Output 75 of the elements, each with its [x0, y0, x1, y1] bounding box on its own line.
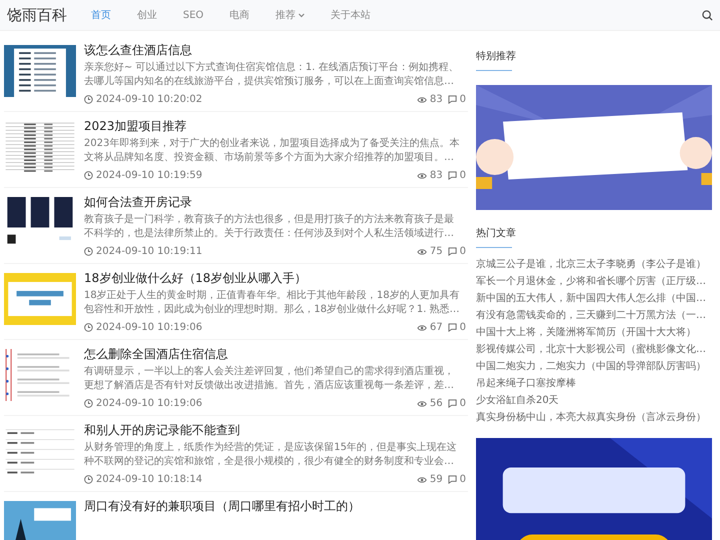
hot-article-link[interactable]: 有没有急需钱卖命的，三天赚到二十万黑方法（一… [476, 307, 716, 324]
section-heading: 热门文章 [476, 216, 516, 248]
comment-count: 0 [460, 321, 466, 334]
article-summary: 教育孩子是一门科学，教育孩子的方法也很多，但是用打孩子的方法来教育孩子是最 [84, 213, 455, 227]
nav-link[interactable]: 首页 [91, 8, 111, 22]
hot-article-link[interactable]: 京城三公子是谁，北京三太子李晓勇（李公子是谁） [476, 256, 716, 273]
hot-article-link[interactable]: 中国十大上将，关隆洲将军简历（开国十大大将） [476, 324, 716, 341]
comment-count: 0 [460, 397, 466, 410]
nav-link[interactable]: 创业 [137, 8, 157, 22]
eye-icon [416, 172, 427, 180]
view-count: 83 [430, 93, 443, 106]
comment-count: 0 [460, 93, 466, 106]
article-summary: 有调研显示，一半以上的客人会关注差评回复，他们希望自己的需求得到酒店重视， [84, 365, 455, 379]
eye-icon [416, 400, 427, 408]
article-summary: 文将从品牌知名度、投资金额、市场前景等多个方面为大家介绍推荐的加盟项目。… [84, 151, 455, 165]
clock-icon [84, 95, 93, 104]
article-title[interactable]: 该怎么查住酒店信息 [84, 42, 468, 58]
nav-link[interactable]: SEO [183, 8, 204, 22]
comment-icon [448, 399, 457, 408]
article-title[interactable]: 如何合法查开房记录 [84, 194, 468, 210]
article-summary: 更想了解酒店是否有针对反馈做出改进措施。首先，酒店应该重视每一条差评，差… [84, 379, 455, 393]
nav-link[interactable]: 推荐 [276, 8, 305, 22]
article-summary: 从财务管理的角度上，纸质作为经营的凭证，是应该保留15年的，但是事实上现在这 [84, 441, 458, 455]
view-count: 56 [430, 397, 443, 410]
view-count: 83 [430, 169, 443, 182]
post-time: 2024-09-10 10:19:06 [96, 397, 202, 410]
section-heading: 特别推荐 [476, 39, 516, 71]
article-summary: 不科学的，也是法律所禁止的。关于行政责任：任何涉及到对个人私生活领域进行… [84, 227, 455, 241]
hot-article-link[interactable]: 吊起来绳子口塞按摩棒 [476, 375, 716, 392]
comment-icon [448, 247, 457, 256]
search-icon[interactable] [702, 10, 713, 20]
eye-icon [416, 324, 427, 332]
article-summary: 种不联网的登记的宾馆和旅馆，全是很小规模的，很少有健全的财务制度和专业会… [84, 455, 455, 469]
hot-article-link[interactable]: 新中国的五大伟人，新中国四大伟人怎么排（中国… [476, 290, 716, 307]
clock-icon [84, 475, 93, 484]
clock-icon [84, 323, 93, 332]
comment-icon [448, 171, 457, 180]
site-logo[interactable]: 饶雨百科 [7, 6, 67, 24]
article-summary: 去哪儿等国内知名的在线旅游平台，提供宾馆预订服务，可以在上面查询宾馆信息… [84, 75, 455, 89]
article-summary: 18岁正处于人生的黄金时期，正值青春年华。相比于其他年龄段，18岁的人更加具有 [84, 289, 460, 303]
article-title[interactable]: 18岁创业做什么好（18岁创业从哪入手） [84, 270, 468, 286]
comment-icon [448, 323, 457, 332]
article-summary: 包容性和开放性，因此成为创业的理想时期。那么，18岁创业做什么好呢？1. 熟悉… [84, 303, 460, 317]
post-time: 2024-09-10 10:19:59 [96, 169, 202, 182]
hot-article-link[interactable]: 军长一个月退休金，少将和省长哪个厉害（正厅级… [476, 273, 716, 290]
nav-link[interactable]: 电商 [230, 8, 250, 22]
view-count: 59 [430, 473, 443, 486]
comment-count: 0 [460, 169, 466, 182]
comment-icon [448, 95, 457, 104]
hot-article-link[interactable]: 真实身份杨中山，本亮大叔真实身份（言冰云身份） [476, 409, 716, 426]
post-time: 2024-09-10 10:19:06 [96, 321, 202, 334]
article-title[interactable]: 周口有没有好的兼职项目（周口哪里有招小时工的） [84, 498, 468, 514]
article-title[interactable]: 怎么删除全国酒店住宿信息 [84, 346, 468, 362]
article-title[interactable]: 2023加盟项目推荐 [84, 118, 468, 134]
view-count: 67 [430, 321, 443, 334]
comment-count: 0 [460, 245, 466, 258]
post-time: 2024-09-10 10:19:11 [96, 245, 202, 258]
eye-icon [416, 96, 427, 104]
hot-article-link[interactable]: 中国二炮实力，二炮实力（中国的导弹部队厉害吗） [476, 358, 716, 375]
eye-icon [416, 476, 427, 484]
article-title[interactable]: 和别人开的房记录能不能查到 [84, 422, 468, 438]
post-time: 2024-09-10 10:20:02 [96, 93, 202, 106]
article-summary: 亲亲您好~ 可以通过以下方式查询住宿宾馆信息：1. 在线酒店预订平台：例如携程、 [84, 61, 460, 75]
nav-link[interactable]: 关于本站 [330, 8, 371, 22]
article-summary: 2023年即将到来，对于广大的创业者来说，加盟项目选择成为了备受关注的焦点。本 [84, 137, 460, 151]
clock-icon [84, 399, 93, 408]
clock-icon [84, 247, 93, 256]
hot-article-link[interactable]: 影视传媒公司，北京十大影视公司（蜜桃影像文化… [476, 341, 716, 358]
hot-article-link[interactable]: 少女浴缸自杀20天 [476, 392, 716, 409]
comment-icon [448, 475, 457, 484]
post-time: 2024-09-10 10:18:14 [96, 473, 202, 486]
eye-icon [416, 248, 427, 256]
clock-icon [84, 171, 93, 180]
view-count: 75 [430, 245, 443, 258]
comment-count: 0 [460, 473, 466, 486]
